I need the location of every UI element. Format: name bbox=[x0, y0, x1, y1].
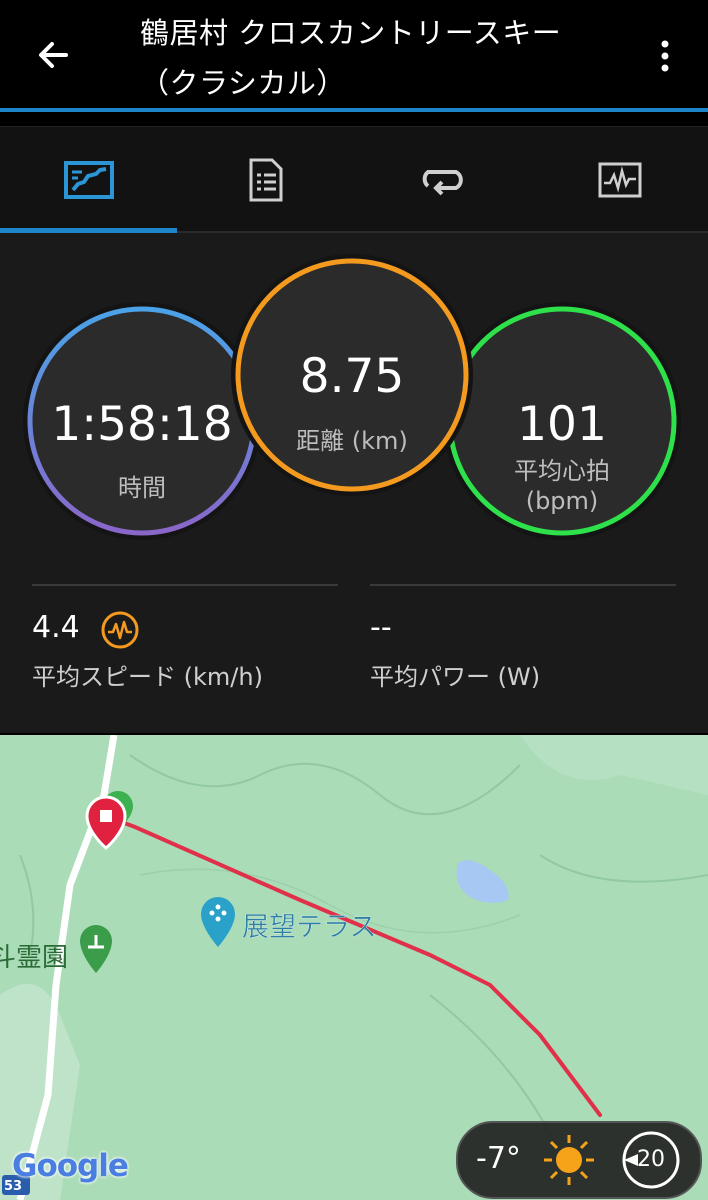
google-logo-text: Google bbox=[12, 1148, 129, 1184]
time-value: 1:58:18 bbox=[51, 397, 233, 452]
back-arrow-icon[interactable] bbox=[30, 30, 80, 80]
speed-chart-icon[interactable] bbox=[100, 610, 140, 650]
avg-speed-label: 平均スピード (km/h) bbox=[32, 663, 263, 691]
laps-icon bbox=[422, 170, 463, 196]
divider-right bbox=[370, 584, 676, 586]
poi-cemetery-label[interactable]: 斗霊園 bbox=[0, 937, 68, 974]
distance-label: 距離 (km) bbox=[296, 427, 408, 455]
avg-power-label: 平均パワー (W) bbox=[370, 663, 541, 691]
stats-panel: 1:58:18 時間 8.75 距離 (km) 101 平均心拍 (bpm) 4… bbox=[0, 233, 708, 733]
activity-title: 鶴居村 クロスカントリースキー （クラシカル） bbox=[140, 8, 610, 108]
avg-speed-value: 4.4 bbox=[32, 610, 80, 645]
heart-rate-label: 平均心拍 bbox=[514, 457, 610, 485]
google-logo: Google bbox=[12, 1148, 129, 1184]
header-accent-line bbox=[0, 108, 708, 112]
poi-viewpoint-label[interactable]: 展望テラス bbox=[242, 905, 377, 944]
app-header: 鶴居村 クロスカントリースキー （クラシカル） bbox=[0, 0, 708, 110]
tab-summary[interactable] bbox=[0, 127, 177, 233]
tab-laps[interactable] bbox=[354, 127, 531, 233]
weather-widget[interactable]: -7° 20 bbox=[456, 1121, 702, 1199]
tab-charts[interactable] bbox=[531, 127, 708, 233]
temperature-value: -7° bbox=[476, 1141, 521, 1176]
title-line-1: 鶴居村 クロスカントリースキー bbox=[140, 16, 562, 50]
divider-left bbox=[32, 584, 338, 586]
document-icon bbox=[249, 158, 282, 202]
heart-rate-value: 101 bbox=[517, 397, 607, 452]
heart-rate-unit: (bpm) bbox=[525, 487, 599, 515]
map-summary-icon bbox=[63, 161, 114, 199]
time-label: 時間 bbox=[118, 474, 166, 502]
title-line-2: （クラシカル） bbox=[140, 66, 346, 100]
avg-power-value: -- bbox=[370, 610, 392, 645]
more-options-icon[interactable] bbox=[645, 32, 685, 82]
tab-bar bbox=[0, 126, 708, 233]
tab-details[interactable] bbox=[177, 127, 354, 233]
sun-icon bbox=[544, 1135, 594, 1185]
distance-value: 8.75 bbox=[299, 349, 405, 404]
wind-speed-value: 20 bbox=[637, 1147, 665, 1172]
chart-icon bbox=[598, 162, 641, 198]
